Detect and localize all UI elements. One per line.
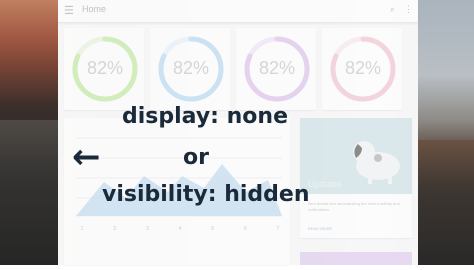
- stat-card: 82%: [150, 28, 230, 110]
- updates-title: Updates: [308, 179, 342, 189]
- wallpaper-sky-left: [0, 0, 58, 140]
- wallpaper-mountain-left: [0, 120, 58, 265]
- x-tick-label: 3: [146, 226, 149, 232]
- page-title: Home: [82, 4, 107, 14]
- wallpaper-sky-right: [418, 0, 474, 150]
- more-vertical-icon[interactable]: ⋮: [404, 4, 413, 15]
- updates-card: Updates Item details text summarizing th…: [300, 118, 412, 238]
- stat-value: 82%: [258, 58, 296, 78]
- left-arrow-icon: ←: [72, 137, 101, 177]
- x-tick-label: 6: [244, 226, 247, 232]
- x-axis-ticks: 1 2 3 4 5 6 7: [81, 226, 280, 232]
- stat-value: 82%: [86, 58, 124, 78]
- purple-card: [300, 252, 412, 265]
- overlay-line-display-none: display: none: [122, 104, 288, 129]
- stat-card: 82%: [64, 28, 144, 110]
- x-tick-label: 7: [277, 226, 280, 232]
- menu-icon[interactable]: ☰: [64, 5, 76, 17]
- wallpaper-mountain-right: [418, 140, 474, 265]
- x-tick-label: 2: [113, 226, 116, 232]
- stat-value: 82%: [172, 58, 210, 78]
- read-more-link[interactable]: READ MORE: [308, 226, 332, 231]
- stat-value: 82%: [344, 58, 382, 78]
- overlay-line-visibility-hidden: visibility: hidden: [102, 182, 310, 207]
- stat-card: 82%: [236, 28, 316, 110]
- app-bar: ☰ Home ⌕ ⋮: [58, 0, 418, 23]
- updates-body: Item details text summarizing the recent…: [308, 201, 400, 212]
- app-window: ☰ Home ⌕ ⋮ 82% 82% 82% 82% 1 2 3 4 5 6 7…: [58, 0, 418, 265]
- x-tick-label: 4: [179, 226, 182, 232]
- search-icon[interactable]: ⌕: [390, 4, 395, 15]
- overlay-line-or: or: [183, 145, 209, 170]
- stat-card: 82%: [322, 28, 402, 110]
- stats-row: 82% 82% 82% 82%: [58, 24, 418, 112]
- x-tick-label: 1: [81, 226, 84, 232]
- x-tick-label: 5: [211, 226, 214, 232]
